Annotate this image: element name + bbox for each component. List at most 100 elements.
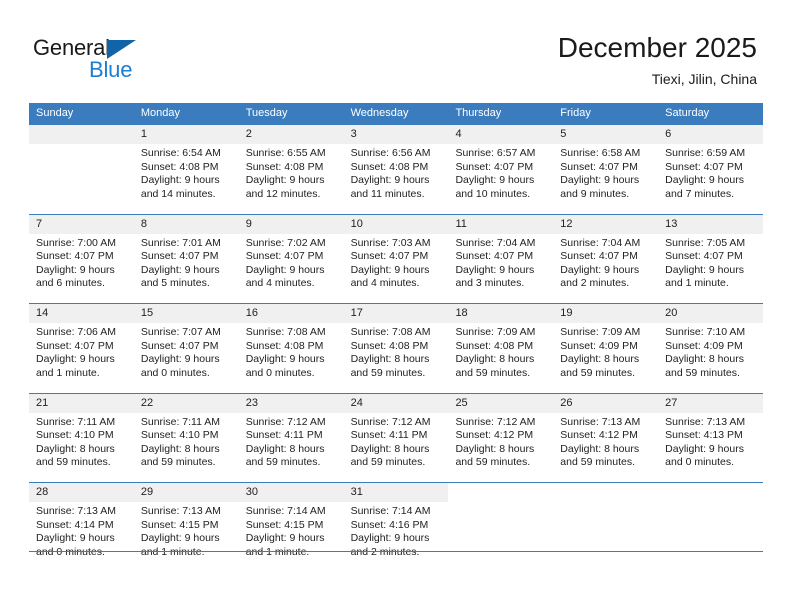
day-cell[interactable]: 16 Sunrise: 7:08 AM Sunset: 4:08 PM Dayligh…: [238, 304, 344, 393]
sunset-text: Sunset: 4:11 PM: [245, 429, 323, 442]
day-cell[interactable]: 24 Sunrise: 7:12 AM Sunset: 4:11 PM Dayligh…: [343, 393, 449, 482]
title-block: December 2025 Tiexi, Jilin, China: [558, 31, 757, 89]
sunrise-text: Sunrise: 7:05 AM: [665, 236, 746, 249]
day-sun-info: Sunrise: 7:09 AM Sunset: 4:09 PM Daylight:…: [553, 323, 658, 380]
daylight-text-line2: and 59 minutes.: [350, 366, 426, 379]
day-cell[interactable]: 9 Sunrise: 7:02 AM Sunset: 4:07 PM Daylight…: [238, 214, 344, 303]
sunrise-text: Sunrise: 7:13 AM: [560, 415, 641, 428]
day-number: 9: [238, 214, 344, 234]
day-cell[interactable]: 23 Sunrise: 7:12 AM Sunset: 4:11 PM Dayligh…: [238, 393, 344, 482]
day-cell[interactable]: 15 Sunrise: 7:07 AM Sunset: 4:07 PM Dayligh…: [133, 304, 239, 393]
day-number: 2: [238, 125, 344, 144]
day-cell[interactable]: 14 Sunrise: 7:06 AM Sunset: 4:07 PM Dayligh…: [29, 304, 134, 393]
day-cell[interactable]: 21 Sunrise: 7:11 AM Sunset: 4:10 PM Dayligh…: [29, 393, 134, 482]
daylight-text-line1: Daylight: 9 hours: [665, 442, 744, 455]
sunrise-text: Sunrise: 7:04 AM: [560, 236, 641, 249]
daylight-text-line1: Daylight: 9 hours: [36, 532, 115, 545]
page-header: General Blue December 2025 Tiexi, Jilin,…: [0, 0, 792, 100]
daylight-text-line2: and 59 minutes.: [560, 366, 636, 379]
day-sun-info: Sunrise: 7:09 AM Sunset: 4:08 PM Daylight:…: [448, 323, 553, 380]
day-cell[interactable]: 7 Sunrise: 7:00 AM Sunset: 4:07 PM Daylight…: [29, 214, 134, 303]
general-blue-logo[interactable]: General Blue: [33, 36, 243, 88]
day-number: [448, 483, 554, 502]
day-number: 8: [133, 214, 239, 234]
day-cell[interactable]: 31 Sunrise: 7:14 AM Sunset: 4:16 PM Dayligh…: [343, 483, 449, 572]
daylight-text-line2: and 9 minutes.: [560, 187, 630, 200]
sunrise-text: Sunrise: 7:09 AM: [560, 326, 641, 338]
sunset-text: Sunset: 4:11 PM: [350, 429, 428, 442]
sunrise-text: Sunrise: 7:02 AM: [245, 236, 326, 249]
calendar-week-row: 21 Sunrise: 7:11 AM Sunset: 4:10 PM Dayligh…: [29, 392, 764, 482]
day-sun-info: Sunrise: 7:07 AM Sunset: 4:07 PM Daylight:…: [134, 323, 239, 380]
daylight-text-line1: Daylight: 9 hours: [140, 174, 220, 187]
daylight-text-line2: and 4 minutes.: [350, 277, 420, 290]
day-cell[interactable]: 22 Sunrise: 7:11 AM Sunset: 4:10 PM Dayligh…: [133, 393, 239, 482]
day-cell[interactable]: 26 Sunrise: 7:13 AM Sunset: 4:12 PM Dayligh…: [553, 393, 659, 482]
day-cell[interactable]: 29 Sunrise: 7:13 AM Sunset: 4:15 PM Dayligh…: [133, 483, 239, 572]
day-cell[interactable]: 18 Sunrise: 7:09 AM Sunset: 4:08 PM Dayligh…: [448, 304, 554, 393]
daylight-text-line1: Daylight: 9 hours: [245, 263, 325, 276]
sunrise-text: Sunrise: 7:00 AM: [36, 236, 116, 249]
day-cell[interactable]: 12 Sunrise: 7:04 AM Sunset: 4:07 PM Dayligh…: [553, 214, 659, 303]
day-cell[interactable]: 6 Sunrise: 6:59 AM Sunset: 4:07 PM Daylight…: [658, 125, 764, 214]
day-cell-empty: [448, 483, 554, 572]
daylight-text-line1: Daylight: 9 hours: [245, 353, 325, 366]
sunset-text: Sunset: 4:09 PM: [560, 339, 638, 352]
day-cell[interactable]: 30 Sunrise: 7:14 AM Sunset: 4:15 PM Dayligh…: [238, 483, 344, 572]
daylight-text-line2: and 7 minutes.: [665, 187, 735, 200]
calendar-week-row: 28 Sunrise: 7:13 AM Sunset: 4:14 PM Dayligh…: [29, 482, 764, 572]
day-sun-info: Sunrise: 6:59 AM Sunset: 4:07 PM Daylight:…: [658, 144, 763, 201]
day-sun-info: Sunrise: 7:01 AM Sunset: 4:07 PM Daylight:…: [134, 234, 239, 291]
sunset-text: Sunset: 4:07 PM: [665, 250, 743, 263]
day-cell[interactable]: 25 Sunrise: 7:12 AM Sunset: 4:12 PM Dayligh…: [448, 393, 554, 482]
day-sun-info: Sunrise: 7:13 AM Sunset: 4:12 PM Daylight:…: [553, 413, 658, 470]
daylight-text-line2: and 59 minutes.: [665, 366, 740, 379]
day-sun-info: Sunrise: 6:57 AM Sunset: 4:07 PM Daylight:…: [448, 144, 553, 201]
day-cell[interactable]: 8 Sunrise: 7:01 AM Sunset: 4:07 PM Daylight…: [133, 214, 239, 303]
day-cell[interactable]: 2 Sunrise: 6:55 AM Sunset: 4:08 PM Daylight…: [238, 125, 344, 214]
day-number: 29: [133, 483, 239, 502]
sunrise-text: Sunrise: 6:57 AM: [455, 147, 536, 159]
sunset-text: Sunset: 4:08 PM: [245, 160, 324, 173]
daylight-text-line2: and 1 minute.: [141, 546, 234, 560]
daylight-text-line1: Daylight: 9 hours: [245, 174, 325, 187]
day-cell[interactable]: 28 Sunrise: 7:13 AM Sunset: 4:14 PM Dayligh…: [29, 483, 134, 572]
sunset-text: Sunset: 4:15 PM: [140, 518, 219, 531]
weekday-header-tuesday: Tuesday: [245, 107, 288, 119]
day-number: [29, 125, 134, 144]
day-cell[interactable]: 19 Sunrise: 7:09 AM Sunset: 4:09 PM Dayligh…: [553, 304, 659, 393]
day-sun-info: Sunrise: 7:00 AM Sunset: 4:07 PM Daylight:…: [29, 234, 134, 291]
day-cell[interactable]: 5 Sunrise: 6:58 AM Sunset: 4:07 PM Daylight…: [553, 125, 659, 214]
daylight-text-line1: Daylight: 9 hours: [560, 174, 640, 187]
sunrise-text: Sunrise: 6:56 AM: [350, 147, 431, 159]
day-cell[interactable]: 27 Sunrise: 7:13 AM Sunset: 4:13 PM Dayligh…: [658, 393, 764, 482]
day-number: 4: [448, 125, 554, 144]
daylight-text-line2: and 12 minutes.: [245, 187, 321, 200]
day-cell[interactable]: 20 Sunrise: 7:10 AM Sunset: 4:09 PM Dayligh…: [658, 304, 764, 393]
daylight-text-line1: Daylight: 9 hours: [350, 532, 430, 545]
day-cell[interactable]: 11 Sunrise: 7:04 AM Sunset: 4:07 PM Dayligh…: [448, 214, 554, 303]
daylight-text-line1: Daylight: 9 hours: [665, 263, 744, 276]
weekday-header-sunday: Sunday: [36, 107, 74, 119]
day-cell[interactable]: 10 Sunrise: 7:03 AM Sunset: 4:07 PM Dayligh…: [343, 214, 449, 303]
daylight-text-line1: Daylight: 8 hours: [665, 353, 744, 366]
daylight-text-line1: Daylight: 8 hours: [455, 442, 535, 455]
daylight-text-line1: Daylight: 8 hours: [140, 442, 220, 455]
daylight-text-line2: and 59 minutes.: [350, 456, 426, 469]
day-cell[interactable]: 1 Sunrise: 6:54 AM Sunset: 4:08 PM Daylight…: [133, 125, 239, 214]
daylight-text-line2: and 10 minutes.: [455, 187, 531, 200]
day-cell[interactable]: 17 Sunrise: 7:08 AM Sunset: 4:08 PM Dayligh…: [343, 304, 449, 393]
day-number: 26: [553, 393, 659, 413]
sunset-text: Sunset: 4:07 PM: [455, 160, 534, 173]
logo-text-blue: Blue: [89, 57, 133, 82]
day-cell-empty: [553, 483, 659, 572]
daylight-text-line2: and 59 minutes.: [140, 456, 216, 469]
day-cell[interactable]: 4 Sunrise: 6:57 AM Sunset: 4:07 PM Daylight…: [448, 125, 554, 214]
sunrise-text: Sunrise: 6:54 AM: [140, 147, 221, 159]
day-cell[interactable]: 13 Sunrise: 7:05 AM Sunset: 4:07 PM Dayligh…: [658, 214, 764, 303]
day-sun-info: Sunrise: 7:05 AM Sunset: 4:07 PM Daylight:…: [658, 234, 763, 291]
day-cell[interactable]: 3 Sunrise: 6:56 AM Sunset: 4:08 PM Daylight…: [343, 125, 449, 214]
day-number: 3: [343, 125, 449, 144]
sunset-text: Sunset: 4:12 PM: [455, 429, 534, 442]
page-title: December 2025: [557, 32, 757, 63]
